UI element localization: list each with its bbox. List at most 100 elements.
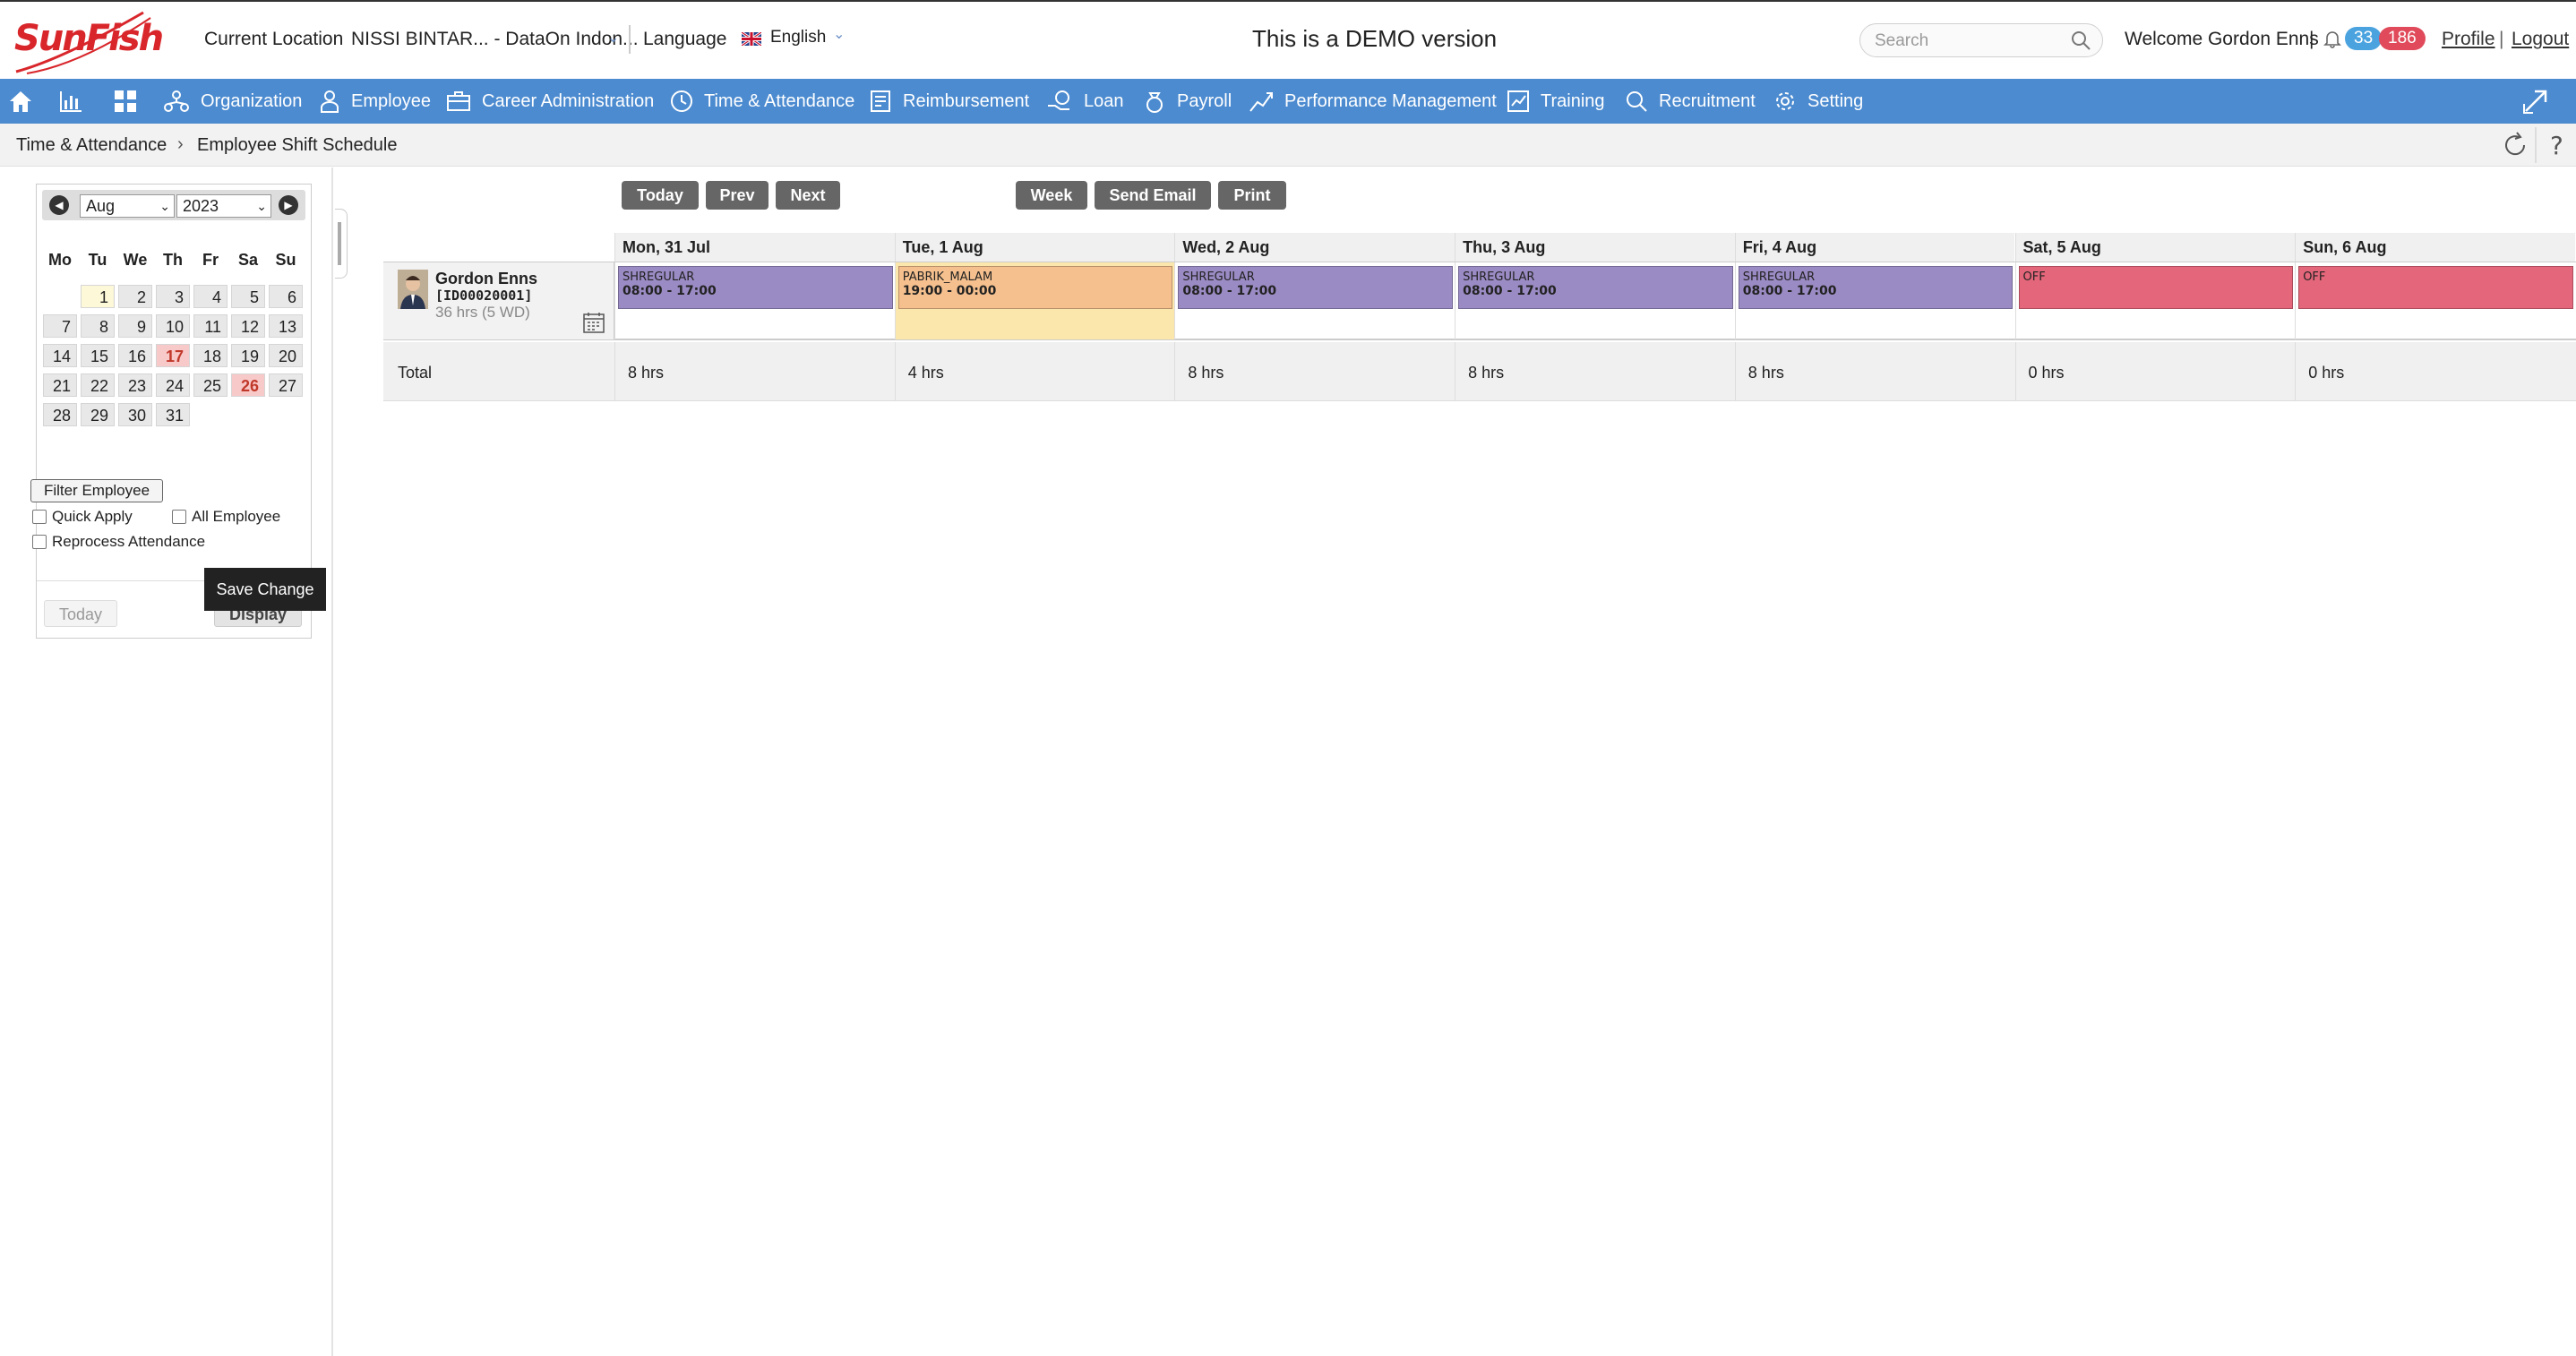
shift-block[interactable]: PABRIK_MALAM 19:00 - 00:00	[897, 266, 1173, 309]
nav-career-administration[interactable]: Career Administration	[446, 79, 654, 124]
calendar-day[interactable]: 15	[81, 344, 115, 367]
calendar-day[interactable]: 14	[43, 344, 77, 367]
quick-apply-checkbox[interactable]: Quick Apply	[32, 508, 133, 526]
calendar-day[interactable]: 1	[81, 285, 115, 308]
calendar-day[interactable]: 9	[118, 314, 152, 338]
calendar-day[interactable]: 29	[81, 403, 115, 426]
calendar-icon[interactable]	[582, 311, 605, 334]
nav-reimbursement[interactable]: Reimbursement	[869, 79, 1029, 124]
calendar-day[interactable]: 30	[118, 403, 152, 426]
calendar-day[interactable]: 19	[231, 344, 265, 367]
nav-employee[interactable]: Employee	[319, 79, 431, 124]
calendar-day[interactable]: 12	[231, 314, 265, 338]
checkbox-box[interactable]	[32, 535, 47, 549]
day-shift-cell[interactable]: OFF	[2014, 262, 2296, 339]
nav-setting[interactable]: Setting	[1773, 79, 1863, 124]
calendar-day[interactable]: 7	[43, 314, 77, 338]
calendar-day[interactable]: 23	[118, 373, 152, 397]
profile-link[interactable]: Profile	[2442, 29, 2495, 50]
shift-block[interactable]: SHREGULAR 08:00 - 17:00	[1738, 266, 2014, 309]
nav-training[interactable]: Training	[1507, 79, 1605, 124]
message-count-badge[interactable]: 186	[2379, 27, 2426, 50]
nav-dashboard[interactable]	[57, 79, 95, 124]
sunfish-logo[interactable]: SunFish	[9, 5, 164, 74]
nav-apps[interactable]	[113, 79, 149, 124]
language-select[interactable]: English	[770, 28, 826, 47]
day-shift-cell[interactable]: SHREGULAR 08:00 - 17:00	[1174, 262, 1455, 339]
shift-block[interactable]: OFF	[2298, 266, 2573, 309]
save-change-button[interactable]: Save Change	[204, 568, 326, 611]
calendar-day[interactable]: 18	[193, 344, 228, 367]
calendar-day[interactable]: 6	[269, 285, 303, 308]
calendar-day[interactable]: 28	[43, 403, 77, 426]
calendar-day[interactable]: 27	[269, 373, 303, 397]
shift-block[interactable]: SHREGULAR 08:00 - 17:00	[1178, 266, 1454, 309]
filter-employee-button[interactable]: Filter Employee	[30, 479, 163, 502]
expand-arrow-icon[interactable]	[2520, 86, 2551, 116]
nav-loan[interactable]: Loan	[1046, 79, 1124, 124]
reprocess-attendance-checkbox[interactable]: Reprocess Attendance	[32, 533, 205, 551]
breadcrumb-module[interactable]: Time & Attendance	[16, 135, 167, 156]
shift-block[interactable]: SHREGULAR 08:00 - 17:00	[1458, 266, 1733, 309]
refresh-icon[interactable]	[2499, 129, 2531, 161]
calendar-day[interactable]: 4	[193, 285, 228, 308]
bell-icon[interactable]	[2322, 28, 2343, 49]
print-button[interactable]: Print	[1218, 181, 1286, 210]
nav-performance-management[interactable]: Performance Management	[1249, 79, 1497, 124]
calendar-day[interactable]: 31	[156, 403, 190, 426]
employee-cell[interactable]: Gordon Enns [ID00020001] 36 hrs (5 WD)	[383, 262, 614, 339]
calendar-day[interactable]: 10	[156, 314, 190, 338]
calendar-day[interactable]: 16	[118, 344, 152, 367]
next-button[interactable]: Next	[776, 181, 840, 210]
nav-recruitment[interactable]: Recruitment	[1625, 79, 1756, 124]
nav-home[interactable]	[7, 79, 45, 124]
checkbox-box[interactable]	[172, 510, 186, 524]
calendar-today-button[interactable]: Today	[44, 600, 117, 627]
current-location-select[interactable]: NISSI BINTAR... - DataOn Indon...	[351, 29, 639, 50]
day-shift-cell[interactable]: SHREGULAR 08:00 - 17:00	[614, 262, 895, 339]
calendar-day[interactable]: 3	[156, 285, 190, 308]
send-email-button[interactable]: Send Email	[1095, 181, 1211, 210]
day-shift-cell[interactable]: SHREGULAR 08:00 - 17:00	[1455, 262, 1735, 339]
day-shift-cell[interactable]: OFF	[2295, 262, 2575, 339]
prev-button[interactable]: Prev	[706, 181, 769, 210]
calendar-day[interactable]: 2	[118, 285, 152, 308]
calendar-day[interactable]: 24	[156, 373, 190, 397]
today-button[interactable]: Today	[622, 181, 699, 210]
calendar-day[interactable]: 13	[269, 314, 303, 338]
all-employee-checkbox[interactable]: All Employee	[172, 508, 280, 526]
calendar-day[interactable]: 22	[81, 373, 115, 397]
nav-organization[interactable]: Organization	[163, 79, 302, 124]
week-button[interactable]: Week	[1016, 181, 1087, 210]
notification-count-badge[interactable]: 33	[2345, 27, 2383, 50]
day-column-header: Sat, 5 Aug	[2014, 233, 2296, 262]
help-icon[interactable]: ?	[2540, 129, 2572, 161]
calendar-day[interactable]: 17	[156, 344, 190, 367]
shift-block[interactable]: SHREGULAR 08:00 - 17:00	[618, 266, 893, 309]
nav-payroll[interactable]: Payroll	[1143, 79, 1232, 124]
prev-month-icon[interactable]: ◀	[49, 195, 69, 215]
nav-time-attendance[interactable]: Time & Attendance	[670, 79, 854, 124]
search-icon[interactable]	[2070, 30, 2091, 51]
calendar-day[interactable]: 26	[231, 373, 265, 397]
calendar-day[interactable]: 25	[193, 373, 228, 397]
calendar-day[interactable]: 20	[269, 344, 303, 367]
sidebar-splitter-handle[interactable]	[335, 209, 348, 279]
calendar-day[interactable]: 8	[81, 314, 115, 338]
shift-block[interactable]: OFF	[2018, 266, 2294, 309]
language-chevron-down-icon[interactable]: ⌄	[833, 25, 845, 43]
location-chevron-down-icon[interactable]: ⌄	[607, 29, 619, 47]
month-select[interactable]: Aug ⌄	[80, 194, 175, 218]
year-select[interactable]: 2023 ⌄	[176, 194, 271, 218]
next-month-icon[interactable]: ▶	[279, 195, 298, 215]
calendar-day[interactable]: 5	[231, 285, 265, 308]
day-shift-cell[interactable]: PABRIK_MALAM 19:00 - 00:00	[894, 262, 1175, 339]
calendar-day[interactable]: 21	[43, 373, 77, 397]
demo-banner: This is a DEMO version	[1252, 25, 1498, 52]
logout-link[interactable]: Logout	[2512, 29, 2569, 50]
day-shift-cell[interactable]: SHREGULAR 08:00 - 17:00	[1734, 262, 2015, 339]
search-input[interactable]: Search	[1859, 23, 2103, 57]
calendar-day[interactable]: 11	[193, 314, 228, 338]
checkbox-box[interactable]	[32, 510, 47, 524]
reimbursement-icon	[871, 90, 890, 112]
